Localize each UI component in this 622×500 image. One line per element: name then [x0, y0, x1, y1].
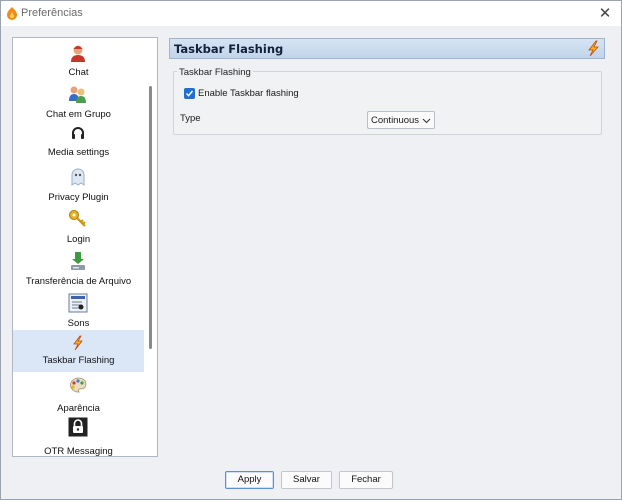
ghost-icon [71, 168, 85, 186]
sidebar-item-file-transfer[interactable]: Transferência de Arquivo [13, 248, 144, 290]
sidebar-scrollbar[interactable] [149, 86, 152, 349]
chat-user-icon [71, 45, 85, 62]
sidebar-item-media-settings[interactable]: Media settings [13, 122, 144, 162]
sidebar-item-label: Chat [68, 67, 89, 78]
sidebar-item-label: Transferência de Arquivo [25, 276, 132, 287]
enable-flashing-label[interactable]: Enable Taskbar flashing [198, 88, 299, 99]
sidebar-item-privacy-plugin[interactable]: Privacy Plugin [13, 162, 144, 206]
chevron-down-icon [422, 118, 431, 124]
app-logo-icon [7, 7, 17, 20]
sidebar-item-taskbar-flashing[interactable]: Taskbar Flashing [13, 330, 144, 372]
otr-lock-icon [68, 417, 88, 437]
group-chat-icon [69, 86, 86, 103]
preferences-window: Preferências ✕ Chat Chat em Grupo Media … [0, 0, 622, 500]
flash-type-value: Continuous [371, 115, 420, 126]
sidebar-item-group-chat[interactable]: Chat em Grupo [13, 80, 144, 122]
apply-button[interactable]: Apply [225, 471, 274, 489]
sidebar-item-label: Chat em Grupo [46, 109, 111, 120]
group-title: Taskbar Flashing [177, 67, 253, 78]
sound-icon [68, 293, 88, 313]
sidebar-item-appearance[interactable]: Aparência [13, 372, 144, 416]
enable-flashing-checkbox[interactable] [184, 88, 195, 99]
file-transfer-icon [71, 252, 85, 270]
sidebar-item-label: Media settings [47, 147, 110, 158]
sidebar-item-sounds[interactable]: Sons [13, 290, 144, 330]
panel-title: Taskbar Flashing [174, 42, 284, 56]
key-icon [69, 210, 86, 227]
sidebar-item-label: Privacy Plugin [48, 192, 109, 203]
preferences-sidebar: Chat Chat em Grupo Media settings Privac… [12, 37, 158, 457]
sidebar-item-label: Aparência [57, 403, 100, 414]
sidebar-item-label: Taskbar Flashing [42, 355, 115, 366]
check-icon [185, 90, 194, 97]
type-label: Type [180, 113, 201, 124]
panel-header: Taskbar Flashing [169, 38, 605, 59]
close-icon: ✕ [598, 5, 612, 22]
palette-icon [70, 377, 87, 393]
lightning-icon [588, 40, 599, 57]
lightning-icon [73, 335, 83, 351]
sidebar-item-otr-messaging[interactable]: OTR Messaging [13, 416, 144, 457]
headset-icon [72, 127, 84, 139]
close-button[interactable]: Fechar [339, 471, 393, 489]
sidebar-item-chat[interactable]: Chat [13, 38, 144, 80]
close-window-button[interactable]: ✕ [595, 4, 615, 24]
sidebar-item-label: Sons [67, 318, 90, 329]
title-bar: Preferências ✕ [1, 1, 621, 26]
sidebar-item-label: OTR Messaging [44, 446, 113, 457]
sidebar-item-label: Login [66, 234, 91, 245]
window-title: Preferências [21, 7, 83, 19]
flash-type-select[interactable]: Continuous [367, 111, 435, 129]
save-button[interactable]: Salvar [281, 471, 332, 489]
sidebar-item-login[interactable]: Login [13, 206, 144, 248]
